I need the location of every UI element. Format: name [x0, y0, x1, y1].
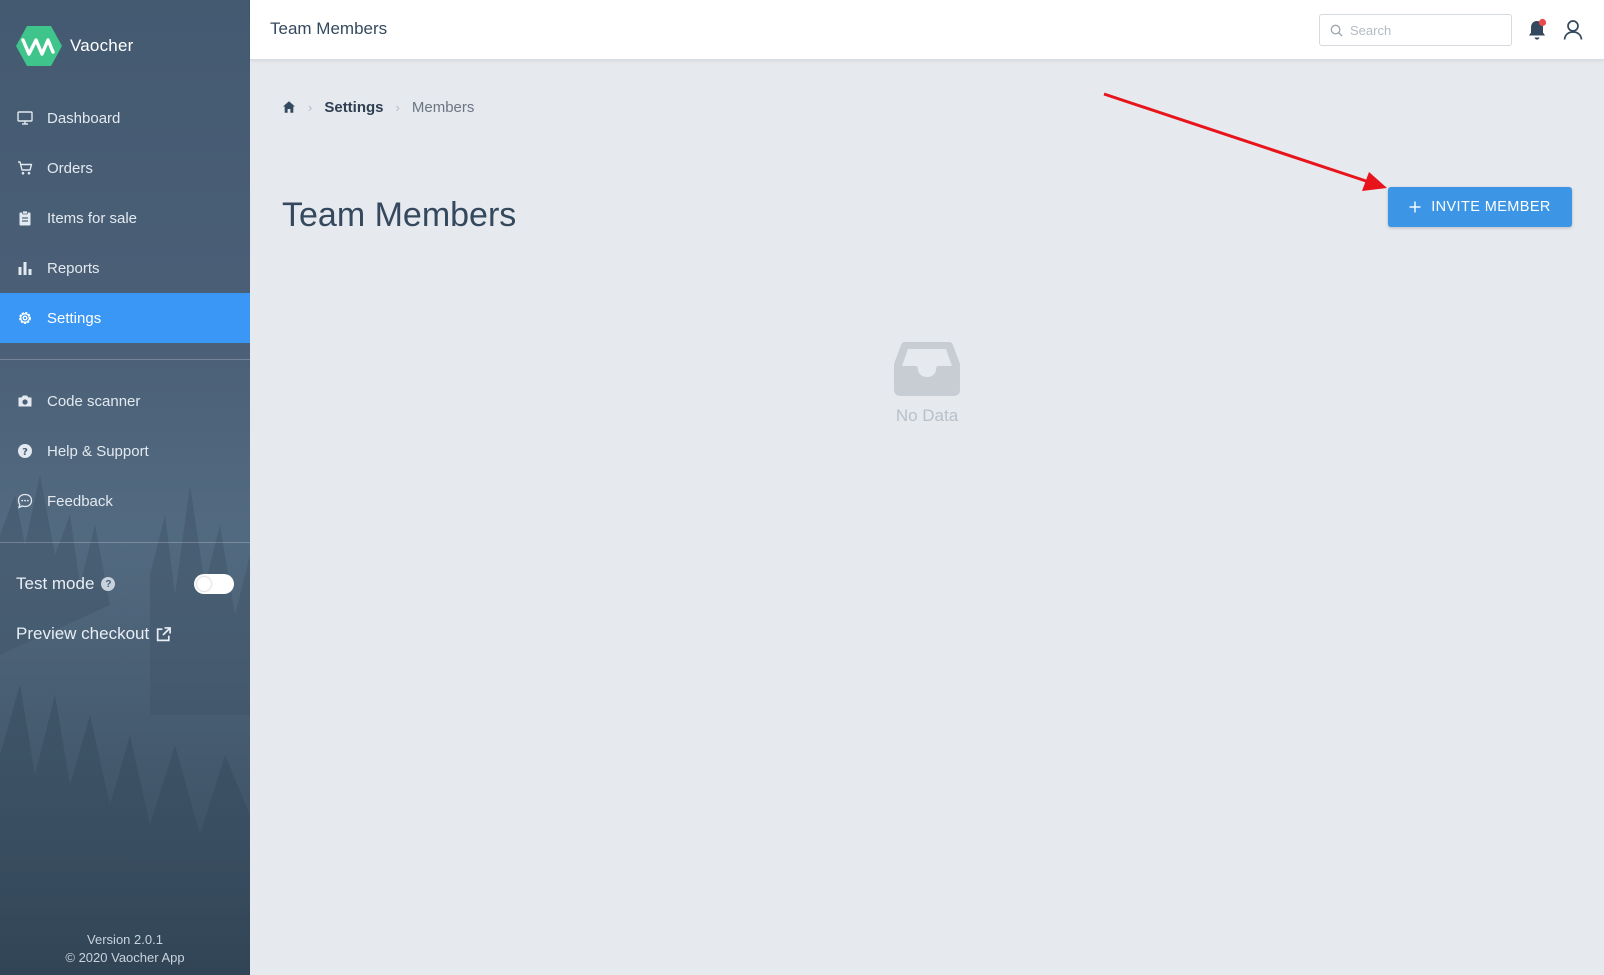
test-mode-row: Test mode ?	[16, 572, 234, 596]
breadcrumb-separator-icon: ›	[308, 99, 313, 115]
sidebar-item-code-scanner[interactable]: Code scanner	[0, 376, 250, 426]
header-title: Team Members	[270, 19, 388, 38]
user-account-icon[interactable]	[1562, 18, 1584, 42]
version-text: Version 2.0.1	[87, 932, 163, 947]
question-icon: ?	[17, 443, 33, 459]
clipboard-icon	[17, 210, 33, 226]
page-title: Team Members	[282, 196, 517, 234]
breadcrumb: › Settings › Members	[282, 96, 474, 118]
sidebar-item-label: Feedback	[47, 492, 113, 510]
brand-name: Vaocher	[70, 36, 134, 55]
sidebar-item-help-support[interactable]: ? Help & Support	[0, 426, 250, 476]
sidebar-item-items-for-sale[interactable]: Items for sale	[0, 193, 250, 243]
copyright-text: © 2020 Vaocher App	[65, 950, 185, 965]
camera-icon	[17, 393, 33, 409]
sidebar-item-settings[interactable]: Settings	[0, 293, 250, 343]
invite-member-label: INVITE MEMBER	[1431, 199, 1551, 215]
sidebar-item-reports[interactable]: Reports	[0, 243, 250, 293]
sidebar-item-orders[interactable]: Orders	[0, 143, 250, 193]
sidebar-item-feedback[interactable]: Feedback	[0, 476, 250, 526]
sidebar-item-label: Help & Support	[47, 442, 149, 460]
search-input[interactable]	[1350, 22, 1500, 38]
app-root: Vaocher Dashboard Orders Items for sale …	[0, 0, 1604, 975]
empty-state: No Data	[860, 340, 994, 426]
gear-icon	[17, 310, 33, 326]
svg-text:?: ?	[22, 447, 28, 458]
notification-bell-icon[interactable]	[1526, 18, 1548, 42]
chat-icon	[17, 493, 33, 509]
forest-background-image	[0, 455, 250, 975]
invite-member-button[interactable]: INVITE MEMBER	[1388, 187, 1572, 227]
sidebar-divider	[0, 542, 250, 543]
sidebar-item-label: Orders	[47, 159, 93, 177]
home-icon[interactable]	[282, 100, 296, 114]
help-question-icon[interactable]: ?	[101, 577, 116, 591]
search-box[interactable]	[1319, 14, 1512, 46]
bar-chart-icon	[17, 260, 33, 276]
vaocher-logo-icon	[16, 26, 62, 66]
sidebar-item-label: Items for sale	[47, 209, 138, 227]
plus-icon	[1409, 201, 1421, 213]
breadcrumb-separator-icon: ›	[395, 99, 400, 115]
toggle-knob	[197, 577, 211, 591]
empty-state-text: No Data	[895, 406, 959, 425]
sidebar-item-label: Dashboard	[47, 109, 121, 127]
sidebar-item-dashboard[interactable]: Dashboard	[0, 93, 250, 143]
sidebar-item-label: Code scanner	[47, 392, 141, 410]
top-bar: Team Members	[250, 0, 1604, 60]
sidebar: Vaocher Dashboard Orders Items for sale …	[0, 0, 250, 975]
sidebar-item-label: Reports	[47, 259, 100, 277]
preview-checkout-label: Preview checkout	[16, 624, 150, 643]
cart-icon	[17, 160, 33, 176]
preview-checkout-link[interactable]: Preview checkout	[16, 622, 172, 646]
test-mode-label: Test mode	[16, 574, 95, 593]
sidebar-divider	[0, 359, 250, 360]
external-link-icon	[157, 626, 172, 641]
test-mode-toggle[interactable]	[194, 574, 234, 594]
search-icon	[1330, 24, 1343, 37]
breadcrumb-members: Members	[411, 98, 475, 116]
sidebar-item-label: Settings	[47, 309, 102, 327]
brand[interactable]: Vaocher	[16, 25, 133, 67]
breadcrumb-settings[interactable]: Settings	[324, 99, 383, 116]
empty-inbox-icon	[894, 342, 960, 396]
monitor-icon	[17, 110, 33, 126]
